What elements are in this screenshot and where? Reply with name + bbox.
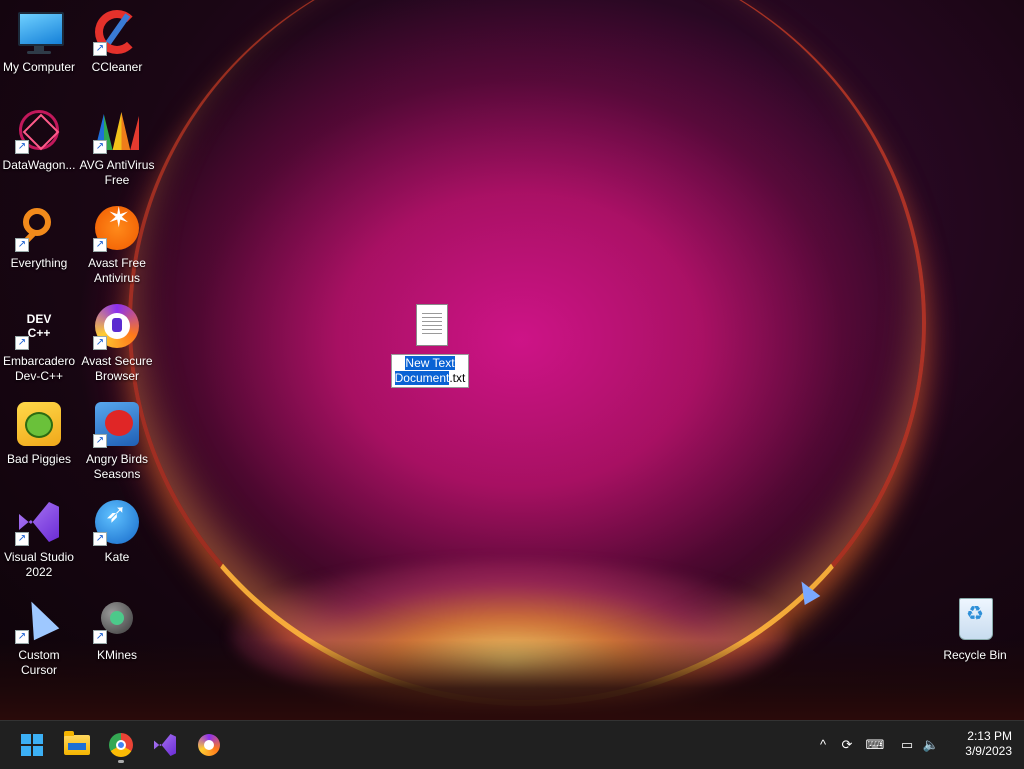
visual-studio-icon — [154, 734, 176, 756]
icon-label: Custom Cursor — [18, 648, 60, 677]
taskbar: ^ ⟳ ⌨ ▭ 🔈 2:13 PM 3/9/2023 — [0, 720, 1024, 769]
icon-label: Bad Piggies — [6, 452, 72, 466]
desktop-icon-avast-secure-browser[interactable]: ↗ Avast Secure Browser — [78, 302, 156, 384]
clock-date: 3/9/2023 — [965, 744, 1012, 758]
desktop-icon-new-text-document[interactable]: New Text Document.txt — [388, 302, 472, 388]
shortcut-arrow-icon: ↗ — [15, 336, 29, 350]
icon-label: Avast Secure Browser — [81, 354, 153, 383]
desktop-icon-avg-antivirus[interactable]: ↗ AVG AntiVirus Free — [78, 106, 156, 188]
shortcut-arrow-icon: ↗ — [93, 238, 107, 252]
rename-field[interactable]: New Text Document.txt — [391, 354, 469, 388]
file-explorer-button[interactable] — [61, 729, 93, 761]
shortcut-arrow-icon: ↗ — [93, 630, 107, 644]
monitor-icon — [15, 8, 64, 56]
folder-icon — [64, 731, 90, 755]
recycle-bin-icon — [951, 596, 999, 644]
icon-label: Angry Birds Seasons — [85, 452, 149, 481]
desktop-icon-ccleaner[interactable]: ↗ CCleaner — [78, 8, 156, 75]
icon-label: Avast Free Antivirus — [88, 256, 146, 285]
clock[interactable]: 2:13 PM 3/9/2023 — [965, 729, 1012, 759]
text-file-icon — [406, 302, 454, 350]
avast-secure-browser-button[interactable] — [193, 729, 225, 761]
ccleaner-icon: ↗ — [93, 8, 141, 56]
sync-icon[interactable]: ⟳ — [837, 735, 857, 755]
icon-label: Embarcadero Dev-C++ — [2, 354, 76, 383]
kate-icon: ↗ — [93, 498, 141, 546]
wallpaper-glow — [230, 560, 790, 710]
chrome-icon — [109, 733, 133, 757]
desktop-icon-everything[interactable]: ↗ Everything — [0, 204, 78, 271]
icon-label: DataWagon... — [2, 158, 76, 172]
icon-label: KMines — [96, 648, 137, 662]
icon-label: CCleaner — [91, 60, 143, 74]
windows-logo-icon — [21, 734, 43, 756]
chrome-button[interactable] — [105, 729, 137, 763]
file-extension: .txt — [449, 371, 466, 385]
icon-label: Kate — [104, 550, 130, 564]
avast-secure-browser-icon — [198, 734, 220, 756]
datawagon-icon: ↗ — [15, 106, 63, 154]
clock-time: 2:13 PM — [967, 729, 1012, 743]
desktop-icon-datawagon[interactable]: ↗ DataWagon... — [0, 106, 78, 173]
visual-studio-icon: ↗ — [15, 498, 63, 546]
start-button[interactable] — [16, 729, 48, 761]
desktop-icon-angry-birds-seasons[interactable]: ↗ Angry Birds Seasons — [78, 400, 156, 482]
mouse-pointer-icon — [793, 576, 821, 606]
icon-label: Everything — [10, 256, 68, 270]
running-indicator — [118, 760, 124, 763]
shortcut-arrow-icon: ↗ — [93, 336, 107, 350]
everything-icon: ↗ — [15, 204, 63, 252]
desktop-icon-embarcadero-dev-cpp[interactable]: DEV C++ ↗ Embarcadero Dev-C++ — [0, 302, 78, 384]
desktop-icon-recycle-bin[interactable]: Recycle Bin — [936, 596, 1014, 663]
avast-secure-browser-icon: ↗ — [93, 302, 141, 350]
avg-icon: ↗ — [93, 106, 141, 154]
shortcut-arrow-icon: ↗ — [93, 42, 107, 56]
icon-label: My Computer — [2, 60, 76, 74]
desktop-icon-kmines[interactable]: ↗ KMines — [78, 596, 156, 663]
icon-label: Visual Studio 2022 — [4, 550, 74, 579]
network-icon[interactable]: ▭ — [897, 735, 917, 755]
shortcut-arrow-icon: ↗ — [93, 532, 107, 546]
visual-studio-button[interactable] — [149, 729, 181, 761]
desktop-icon-visual-studio-2022[interactable]: ↗ Visual Studio 2022 — [0, 498, 78, 580]
custom-cursor-icon: ↗ — [15, 595, 63, 644]
rename-selection: New Text Document — [394, 356, 455, 385]
desktop-icon-kate[interactable]: ↗ Kate — [78, 498, 156, 565]
desktop-icon-custom-cursor[interactable]: ↗ Custom Cursor — [0, 595, 78, 678]
kmines-icon: ↗ — [93, 596, 141, 644]
shortcut-arrow-icon: ↗ — [93, 434, 107, 448]
shortcut-arrow-icon: ↗ — [15, 238, 29, 252]
avast-icon: ↗ — [93, 204, 141, 252]
dev-cpp-icon: DEV C++ ↗ — [15, 302, 63, 350]
desktop-icon-avast-free-antivirus[interactable]: ↗ Avast Free Antivirus — [78, 204, 156, 286]
keyboard-icon[interactable]: ⌨ — [865, 735, 885, 755]
chevron-up-icon[interactable]: ^ — [813, 735, 833, 755]
shortcut-arrow-icon: ↗ — [15, 140, 29, 154]
volume-icon[interactable]: 🔈 — [921, 735, 941, 755]
shortcut-arrow-icon: ↗ — [93, 140, 107, 154]
angry-birds-icon: ↗ — [93, 400, 141, 448]
desktop[interactable]: My Computer ↗ DataWagon... ↗ Everything … — [0, 0, 1024, 720]
shortcut-arrow-icon: ↗ — [15, 630, 29, 644]
desktop-icon-bad-piggies[interactable]: Bad Piggies — [0, 400, 78, 467]
shortcut-arrow-icon: ↗ — [15, 532, 29, 546]
desktop-icon-my-computer[interactable]: My Computer — [0, 8, 78, 75]
icon-label: Recycle Bin — [943, 648, 1007, 662]
icon-label: AVG AntiVirus Free — [79, 158, 155, 187]
bad-piggies-icon — [15, 400, 63, 448]
